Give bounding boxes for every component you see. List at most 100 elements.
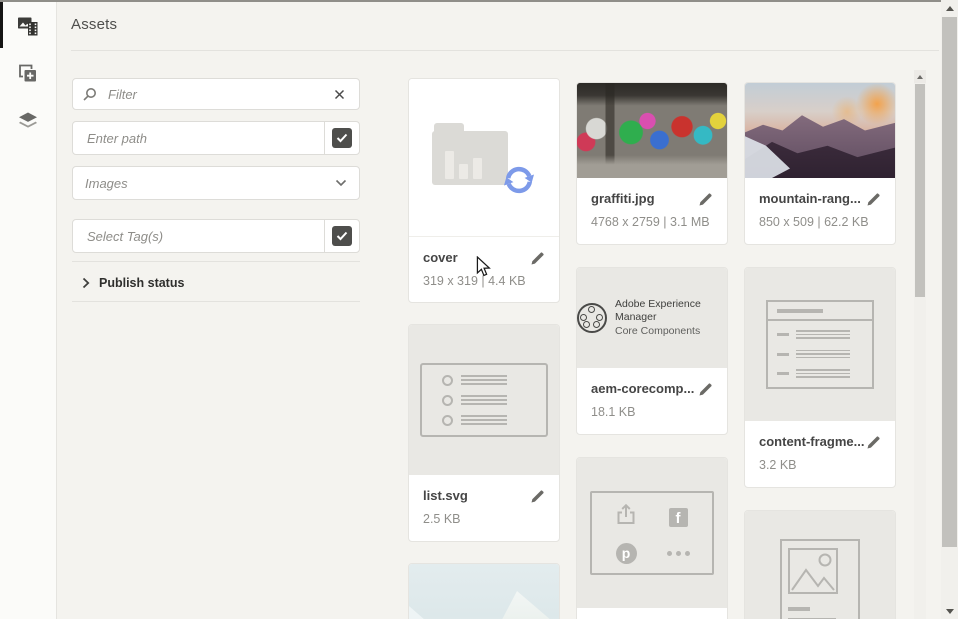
asset-column-1: cover 319 x 319 | 4.4 KB list.svg 2.5 KB <box>408 78 560 619</box>
asset-card-content-fragment[interactable]: content-fragme... 3.2 KB <box>744 267 896 488</box>
edit-button[interactable] <box>530 489 545 509</box>
triangle-down-icon <box>945 608 954 614</box>
divider <box>72 301 360 302</box>
path-include-checkbox[interactable] <box>324 122 359 154</box>
asset-meta: 3.2 KB <box>759 458 797 472</box>
asset-meta: 850 x 509 | 62.2 KB <box>759 215 869 229</box>
window-scroll-up-button[interactable] <box>941 0 958 16</box>
file-type-select[interactable]: Images <box>72 166 360 200</box>
aem-assets-browser: Assets Images <box>0 0 958 619</box>
teaser-thumbnail <box>745 511 895 619</box>
share-upload-icon <box>614 503 638 532</box>
pencil-icon <box>867 193 880 206</box>
edit-button[interactable] <box>866 192 881 212</box>
asset-name: mountain-rang... <box>759 191 861 206</box>
tags-filter-group <box>72 219 360 253</box>
asset-column-3: mountain-rang... 850 x 509 | 62.2 KB con… <box>744 82 896 619</box>
asset-card-aem-core-components[interactable]: Adobe Experience Manager Core Components… <box>576 267 728 435</box>
asset-column-2: graffiti.jpg 4768 x 2759 | 3.1 MB Adobe … <box>576 82 728 619</box>
asset-card-sharing[interactable]: f p <box>576 457 728 619</box>
facebook-icon: f <box>668 507 688 527</box>
asset-card-graffiti[interactable]: graffiti.jpg 4768 x 2759 | 3.1 MB <box>576 82 728 245</box>
content-scrollbar-thumb[interactable] <box>915 84 925 297</box>
edit-button[interactable] <box>530 251 545 271</box>
filter-input[interactable] <box>106 85 321 103</box>
window-top-edge <box>0 0 958 2</box>
publish-status-accordion[interactable]: Publish status <box>82 272 184 294</box>
publish-status-label: Publish status <box>99 276 185 290</box>
list-svg-thumbnail <box>409 325 559 475</box>
window-scrollbar[interactable] <box>941 0 958 619</box>
assets-icon <box>17 14 40 42</box>
checkbox-checked <box>332 128 352 148</box>
filter-search-group <box>72 78 360 110</box>
sync-processing-icon <box>502 163 536 197</box>
rail-item-create[interactable] <box>0 54 56 98</box>
aem-logo-thumbnail: Adobe Experience Manager Core Components <box>577 268 727 368</box>
winter-thumbnail <box>409 564 559 619</box>
asset-meta: 18.1 KB <box>591 405 636 419</box>
card-caption: content-fragme... 3.2 KB <box>745 421 895 487</box>
triangle-up-icon <box>917 74 923 79</box>
asset-card-mountain-range[interactable]: mountain-rang... 850 x 509 | 62.2 KB <box>744 82 896 245</box>
tags-input[interactable] <box>85 227 312 245</box>
search-icon <box>83 87 97 101</box>
asset-meta: 2.5 KB <box>423 512 461 526</box>
rail-item-layers[interactable] <box>0 102 56 146</box>
pencil-icon <box>531 252 544 265</box>
checkbox-checked <box>332 226 352 246</box>
aem-core-components-logo-icon <box>577 303 607 333</box>
card-caption: aem-corecomp... 18.1 KB <box>577 368 727 434</box>
aem-logo-line1: Adobe Experience Manager <box>615 298 701 324</box>
triangle-up-icon <box>945 5 954 11</box>
sharing-thumbnail: f p <box>577 458 727 608</box>
divider <box>72 261 360 262</box>
rail-item-assets[interactable] <box>0 6 56 50</box>
pinterest-icon: p <box>615 542 637 564</box>
edit-button[interactable] <box>866 435 881 455</box>
content-scroll-up-button[interactable] <box>914 70 926 83</box>
file-type-value: Images <box>85 175 128 191</box>
clear-filter-button[interactable] <box>330 85 349 104</box>
window-scrollbar-thumb[interactable] <box>942 17 957 547</box>
cover-thumbnail <box>409 79 559 237</box>
graffiti-thumbnail <box>577 83 727 178</box>
path-input[interactable] <box>85 129 312 147</box>
chevron-right-icon <box>82 277 90 289</box>
edit-button[interactable] <box>698 192 713 212</box>
asset-name: graffiti.jpg <box>591 191 655 206</box>
create-page-icon <box>17 63 39 90</box>
header-divider <box>71 50 939 51</box>
window-scroll-down-button[interactable] <box>941 603 958 619</box>
content-fragment-thumbnail <box>745 268 895 421</box>
card-caption: mountain-rang... 850 x 509 | 62.2 KB <box>745 178 895 244</box>
card-caption: graffiti.jpg 4768 x 2759 | 3.1 MB <box>577 178 727 244</box>
left-rail <box>0 0 57 619</box>
chevron-down-icon <box>335 179 347 187</box>
path-filter-group <box>72 121 360 155</box>
asset-name: aem-corecomp... <box>591 381 695 396</box>
teaser-document-icon <box>780 539 860 619</box>
asset-meta: 4768 x 2759 | 3.1 MB <box>591 215 710 229</box>
image-placeholder-icon <box>788 548 838 594</box>
pencil-icon <box>531 490 544 503</box>
pencil-icon <box>867 436 880 449</box>
tags-include-checkbox[interactable] <box>324 220 359 252</box>
asset-name: list.svg <box>423 488 468 503</box>
asset-card-teaser[interactable] <box>744 510 896 619</box>
card-caption <box>577 608 727 619</box>
asset-card-list-svg[interactable]: list.svg 2.5 KB <box>408 324 560 542</box>
content-scrollbar[interactable] <box>914 70 926 619</box>
ellipsis-icon <box>666 550 690 556</box>
sharing-icon: f p <box>590 491 714 575</box>
list-icon <box>420 363 548 437</box>
layers-icon <box>17 112 39 136</box>
card-caption: list.svg 2.5 KB <box>409 475 559 541</box>
asset-name: cover <box>423 250 458 265</box>
content-fragment-icon <box>766 300 874 389</box>
asset-card-winter[interactable] <box>408 563 560 619</box>
mouse-cursor <box>476 255 492 284</box>
pencil-icon <box>699 193 712 206</box>
pencil-icon <box>699 383 712 396</box>
edit-button[interactable] <box>698 382 713 402</box>
